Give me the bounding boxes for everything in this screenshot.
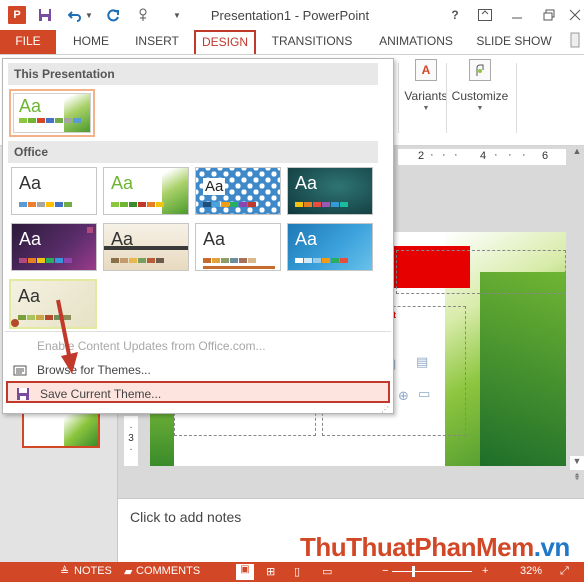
tab-design[interactable]: DESIGN <box>194 30 256 55</box>
ribbon-display-options-icon[interactable] <box>476 6 494 24</box>
ribbon-separator <box>446 63 447 133</box>
horizontal-ruler: 2 · · · 4 · · · 6 <box>398 149 566 165</box>
theme-preview-text: Aa <box>111 173 134 193</box>
ruler-mark: 2 <box>418 150 425 162</box>
theme-preview-text: Aa <box>19 229 42 249</box>
comments-toggle[interactable]: COMMENTS <box>136 565 200 577</box>
customize-toolbar-icon[interactable]: ▼ <box>168 6 186 24</box>
tab-transitions[interactable]: TRANSITIONS <box>266 30 358 54</box>
tab-file[interactable]: FILE <box>0 30 56 54</box>
comments-icon: ▰ <box>124 566 133 578</box>
previous-slide-icon[interactable]: ⇞ <box>570 472 584 486</box>
save-current-theme-item[interactable]: Save Current Theme... <box>6 381 390 403</box>
theme-organic[interactable]: Aa <box>103 223 189 271</box>
tab-insert[interactable]: INSERT <box>130 30 184 54</box>
office-header: Office <box>8 141 378 163</box>
folder-icon <box>13 363 27 377</box>
scroll-down-icon[interactable]: ▼ <box>570 456 584 470</box>
theme-preview-text: Aa <box>295 173 318 193</box>
notes-placeholder: Click to add notes <box>130 509 242 525</box>
zoom-out-icon[interactable]: − <box>382 565 388 577</box>
powerpoint-window: P ▼ ▼ Presentation1 - PowerPoint ? FILE … <box>0 0 584 582</box>
theme-preview-text: Aa <box>111 229 134 249</box>
zoom-level[interactable]: 32% <box>520 565 542 577</box>
customize-label: Customize <box>451 89 509 103</box>
notes-icon: ≜ <box>60 566 70 578</box>
theme-ion[interactable]: Aa <box>287 167 373 215</box>
theme-preview-text: Aa <box>203 178 226 195</box>
ruler-mark: 3 <box>128 433 134 444</box>
theme-preview-text: Aa <box>295 229 318 249</box>
theme-preview-text: Aa <box>19 96 42 116</box>
variants-button[interactable]: A Variants ▼ <box>402 59 450 123</box>
theme-preview-text: Aa <box>19 173 42 193</box>
menu-item-label: Save Current Theme... <box>40 387 162 401</box>
tab-animations[interactable]: ANIMATIONS <box>370 30 462 54</box>
this-presentation-header: This Presentation <box>8 63 378 85</box>
theme-ion-boardroom[interactable]: Aa <box>11 223 97 271</box>
variants-icon: A <box>415 59 437 81</box>
repeat-icon[interactable] <box>104 6 122 24</box>
zoom-slider-thumb[interactable] <box>412 566 415 577</box>
theme-preview-text: Aa <box>18 286 41 306</box>
powerpoint-logo-icon[interactable]: P <box>8 6 26 24</box>
scroll-up-icon[interactable]: ▲ <box>570 146 584 160</box>
zoom-slider[interactable] <box>392 571 472 572</box>
tab-home[interactable]: HOME <box>68 30 114 54</box>
ruler-mark: 4 <box>480 150 487 162</box>
theme-slice[interactable]: Aa <box>287 223 373 271</box>
normal-view-icon[interactable]: ▣ <box>236 564 254 580</box>
watermark: ThuThuatPhanMem.vn <box>300 532 570 563</box>
chevron-down-icon: ▼ <box>422 105 430 112</box>
window-title: Presentation1 - PowerPoint <box>210 8 370 23</box>
slide-show-view-icon[interactable]: ▭ <box>322 565 332 578</box>
insert-chart-icon[interactable]: ▤ <box>416 354 428 370</box>
annotation-arrow-icon <box>56 299 78 374</box>
zoom-in-icon[interactable]: + <box>482 565 488 577</box>
fit-slide-icon[interactable]: ⤢ <box>560 565 569 578</box>
slide-decoration <box>480 272 566 466</box>
title-bar: P ▼ ▼ Presentation1 - PowerPoint ? <box>0 0 584 30</box>
watermark-part: ThuThuat <box>300 532 415 562</box>
theme-retrospect[interactable]: Aa <box>195 223 281 271</box>
ribbon-separator <box>516 63 517 133</box>
theme-this-presentation[interactable]: Aa <box>9 89 95 137</box>
minimize-icon[interactable] <box>508 6 526 24</box>
tab-slide-show[interactable]: SLIDE SHOW <box>474 30 554 54</box>
watermark-part: PhanMem <box>414 532 534 562</box>
theme-office[interactable]: Aa <box>11 167 97 215</box>
customize-icon <box>469 59 491 81</box>
theme-integral[interactable]: Aa <box>195 167 281 215</box>
restore-icon[interactable] <box>540 6 558 24</box>
reading-view-icon[interactable]: ▯ <box>294 565 300 578</box>
theme-preview-text: Aa <box>203 229 226 249</box>
status-bar: ≜ NOTES ▰ COMMENTS ▣ ⊞ ▯ ▭ − + 32% ⤢ <box>0 562 584 582</box>
insert-video-icon[interactable]: ▭ <box>418 386 430 402</box>
undo-icon[interactable] <box>66 6 84 24</box>
save-icon <box>16 387 30 401</box>
title-placeholder[interactable] <box>396 250 566 294</box>
variants-label: Variants <box>404 89 448 103</box>
undo-dropdown-icon[interactable]: ▼ <box>84 6 94 24</box>
ribbon-tabs: FILE HOME INSERT DESIGN TRANSITIONS ANIM… <box>0 30 584 55</box>
tab-overflow[interactable] <box>566 30 584 54</box>
resize-grip-icon[interactable]: ⋰ <box>381 405 389 414</box>
vertical-ruler: · 3 · <box>124 416 138 466</box>
help-icon[interactable]: ? <box>446 6 464 24</box>
customize-button[interactable]: Customize ▼ <box>450 59 510 123</box>
touch-mode-icon[interactable] <box>134 6 152 24</box>
ruler-mark: 6 <box>542 150 549 162</box>
watermark-part: .vn <box>533 532 571 562</box>
theme-facet[interactable]: Aa <box>103 167 189 215</box>
ribbon-separator <box>398 63 399 133</box>
insert-online-picture-icon[interactable]: ⊕ <box>398 388 409 404</box>
save-icon[interactable] <box>36 6 54 24</box>
notes-toggle[interactable]: NOTES <box>74 565 112 577</box>
slide-sorter-view-icon[interactable]: ⊞ <box>266 565 275 578</box>
close-icon[interactable] <box>566 6 584 24</box>
chevron-down-icon: ▼ <box>476 105 484 112</box>
